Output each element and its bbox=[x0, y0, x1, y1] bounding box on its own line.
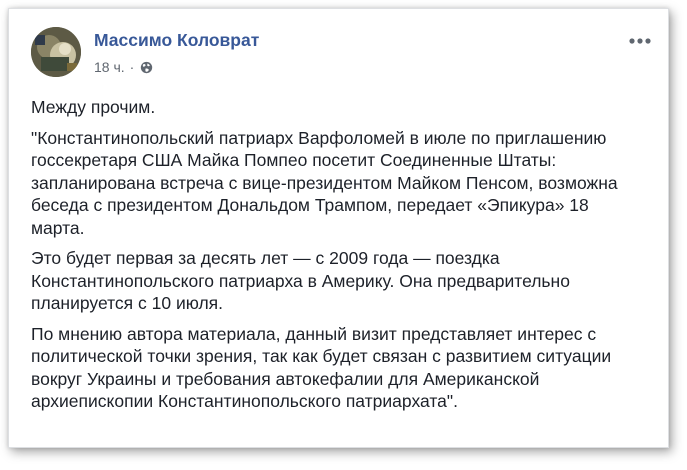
author-name-link[interactable]: Массимо Коловрат bbox=[94, 30, 259, 51]
post-text: Между прочим. "Константинопольский патри… bbox=[31, 96, 636, 421]
post-paragraph: По мнению автора материала, данный визит… bbox=[31, 323, 612, 412]
post-header: Массимо Коловрат 18 ч. · bbox=[31, 27, 652, 87]
more-options-icon[interactable] bbox=[628, 35, 652, 47]
post-meta: 18 ч. · bbox=[94, 59, 153, 75]
post-paragraph: "Константинопольский патриарх Варфоломей… bbox=[31, 127, 618, 238]
post-timestamp[interactable]: 18 ч. bbox=[94, 59, 125, 75]
globe-icon[interactable] bbox=[140, 61, 153, 74]
meta-separator: · bbox=[129, 59, 135, 75]
avatar[interactable] bbox=[31, 27, 81, 77]
post-paragraph: Между прочим. bbox=[31, 97, 156, 117]
facebook-post-card: Массимо Коловрат 18 ч. · Между прочим. "… bbox=[8, 8, 669, 448]
avatar-image bbox=[31, 27, 81, 77]
post-paragraph: Это будет первая за десять лет — с 2009 … bbox=[31, 248, 570, 313]
